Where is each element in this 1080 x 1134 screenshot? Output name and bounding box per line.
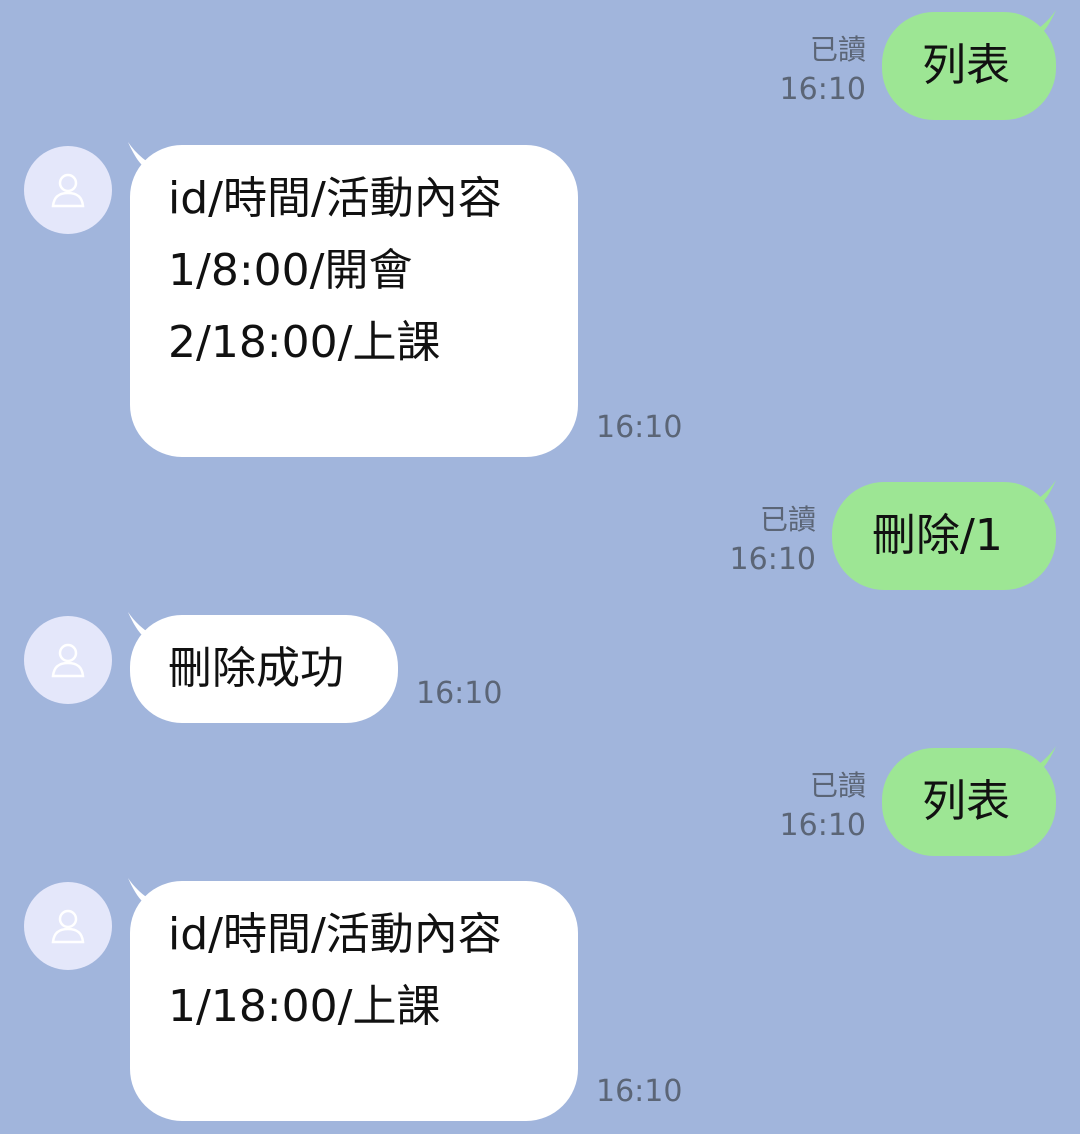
read-receipt: 已讀 [759,503,816,536]
incoming-message-bubble[interactable]: 刪除成功 [130,615,398,723]
message-meta: 已讀 16:10 [710,500,816,580]
outgoing-message-bubble[interactable]: 列表 [882,12,1056,120]
message-time: 16:10 [779,72,866,107]
read-receipt: 已讀 [809,769,866,802]
outgoing-message-bubble[interactable]: 刪除/1 [832,482,1056,590]
user-silhouette-icon [51,909,85,944]
message-meta: 已讀 16:10 [760,766,866,846]
outgoing-message-bubble[interactable]: 列表 [882,748,1056,856]
chat-thread: 已讀 16:10 列表 id/時間/活動內容 1/8:00/開會 2/18:00… [0,0,1080,1134]
message-time: 16:10 [779,808,866,843]
incoming-message-bubble[interactable]: id/時間/活動內容 1/18:00/上課 [130,881,578,1121]
message-time: 16:10 [596,1074,683,1109]
contact-avatar[interactable] [24,146,112,234]
read-receipt: 已讀 [809,33,866,66]
message-time: 16:10 [416,676,503,711]
message-meta: 已讀 16:10 [760,30,866,110]
message-time: 16:10 [596,410,683,445]
incoming-message-bubble[interactable]: id/時間/活動內容 1/8:00/開會 2/18:00/上課 [130,145,578,457]
user-silhouette-icon [51,643,85,678]
user-silhouette-icon [51,173,85,208]
message-time: 16:10 [729,542,816,577]
contact-avatar[interactable] [24,882,112,970]
contact-avatar[interactable] [24,616,112,704]
